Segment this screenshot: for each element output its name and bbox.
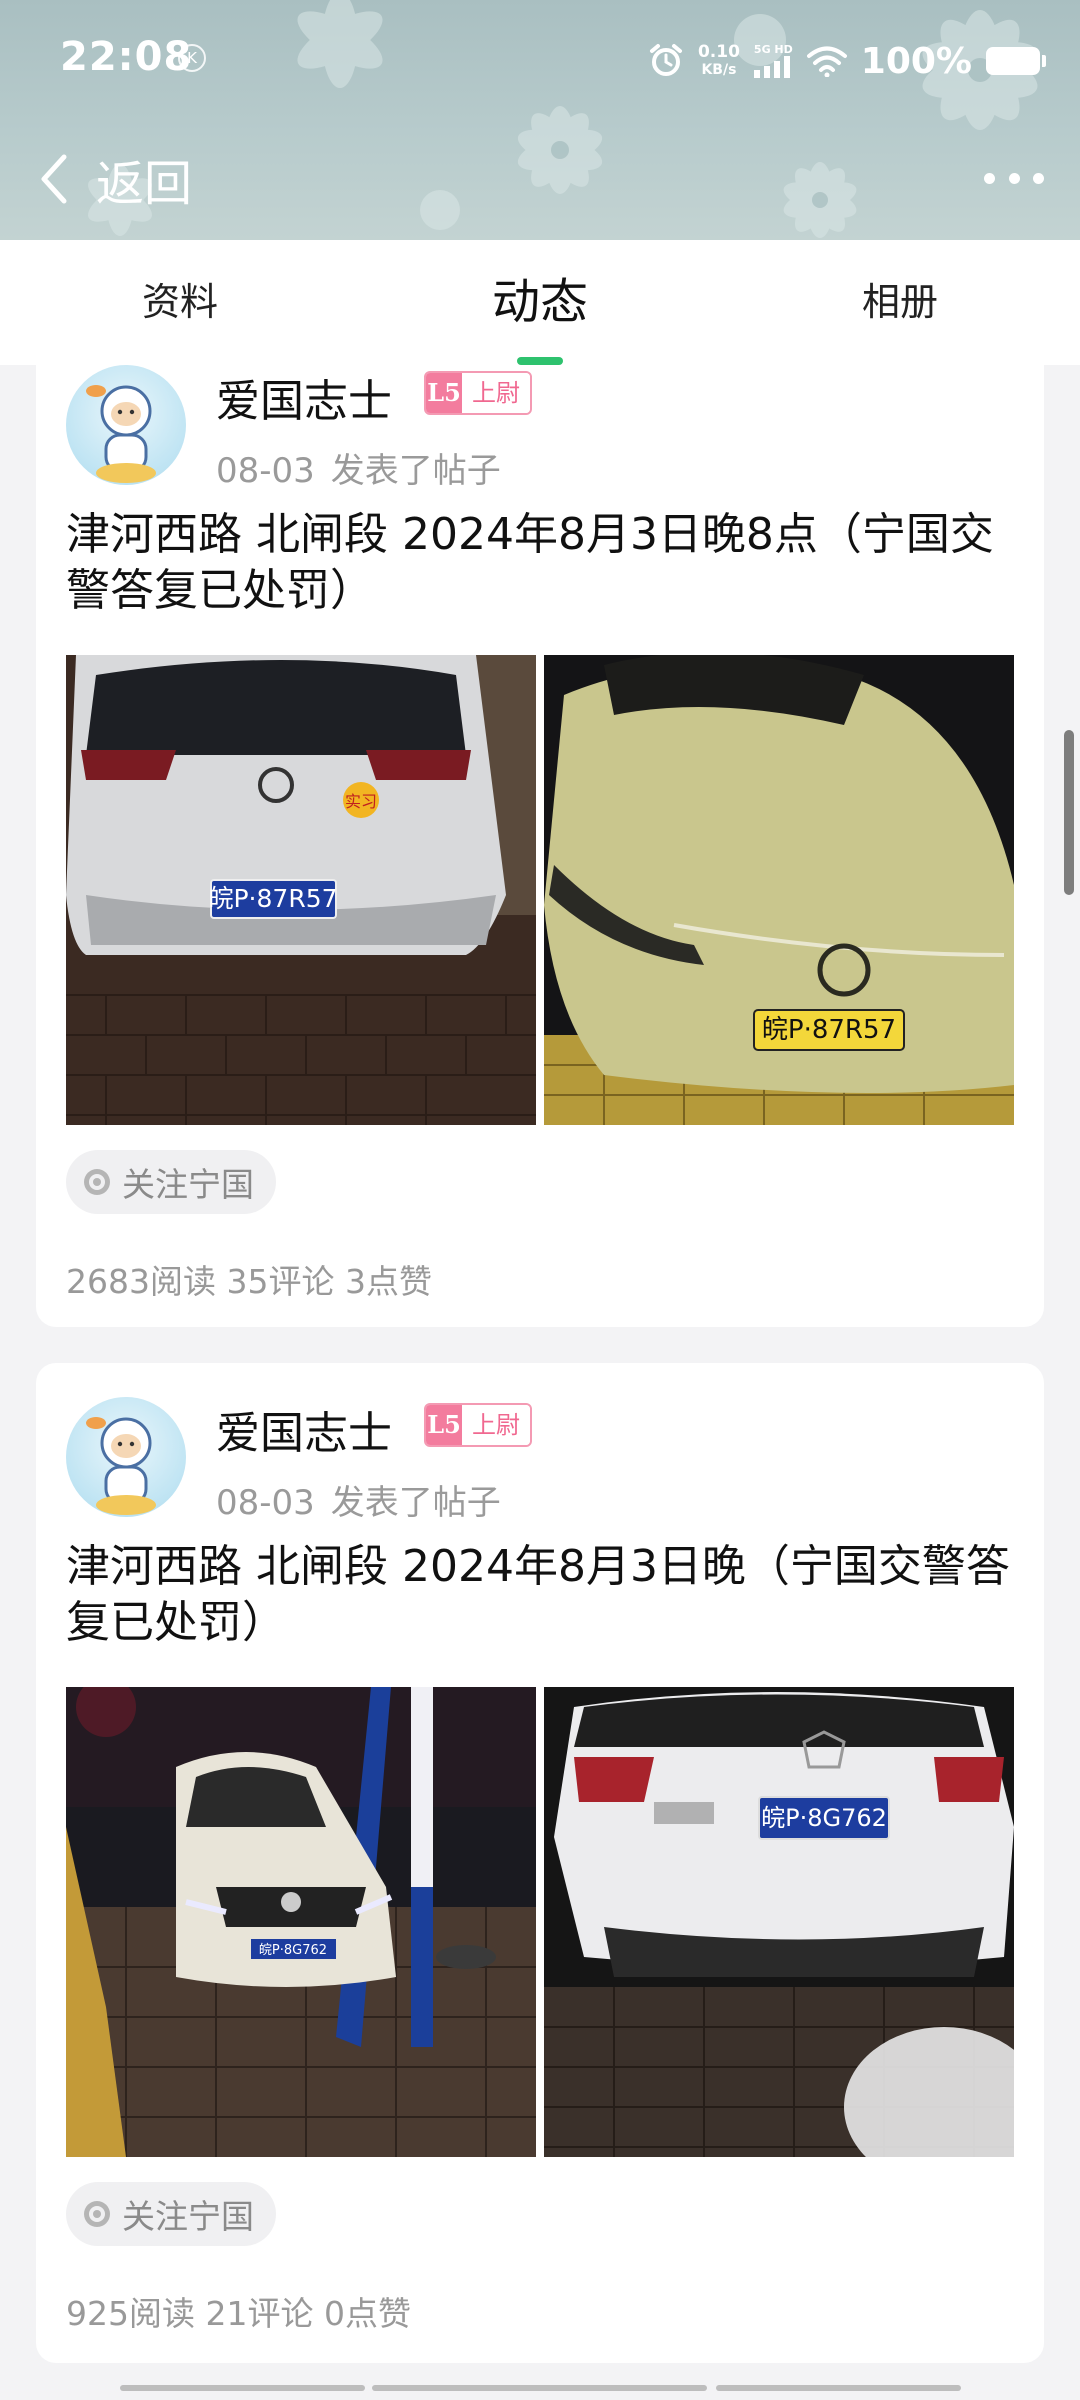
astronaut-avatar-icon: [86, 385, 156, 483]
post-stats: 2683阅读 35评论 3点赞: [66, 1262, 432, 1301]
back-button[interactable]: 返回: [36, 144, 192, 214]
rank-badge: L5 上尉: [424, 1403, 532, 1447]
topic-target-icon: [84, 2201, 110, 2227]
post-title[interactable]: 津河西路 北闸段 2024年8月3日晚8点（宁国交警答复已处罚）: [66, 507, 1026, 619]
rank-level: L5: [426, 373, 462, 413]
license-plate: 皖P·8G762: [259, 1943, 327, 1958]
rank-title: 上尉: [462, 373, 530, 413]
tab-profile[interactable]: 资料: [0, 240, 360, 365]
post-action: 发表了帖子: [330, 451, 501, 491]
post-feed: 爱国志士 L5 上尉 08-03 发表了帖子 津河西路 北闸段 2024年8月3日…: [36, 365, 1044, 2363]
post-photo[interactable]: 皖P·87R57: [544, 655, 1014, 1125]
rank-badge: L5 上尉: [424, 371, 532, 415]
more-dot: [1008, 172, 1020, 184]
post-action: 发表了帖子: [330, 1483, 501, 1523]
wifi-icon: [806, 46, 847, 77]
clock: 22:08: [60, 34, 193, 80]
k-badge: K: [178, 44, 206, 72]
post-date: 08-03: [216, 451, 315, 491]
post-meta: 08-03 发表了帖子: [216, 443, 501, 492]
status-bar: 22:08 K 0.10 KB/s 5G HD 100%: [0, 0, 1080, 120]
post-stats: 925阅读 21评论 0点赞: [66, 2294, 411, 2333]
chevron-left-icon: [41, 154, 67, 204]
hscroll-segment: [372, 2385, 707, 2391]
hscroll-segment: [716, 2385, 961, 2391]
avatar[interactable]: [66, 1397, 186, 1517]
back-label: 返回: [96, 156, 193, 212]
post-title[interactable]: 津河西路 北闸段 2024年8月3日晚（宁国交警答复已处罚）: [66, 1539, 1026, 1651]
topic-target-icon: [84, 1169, 110, 1195]
post-photo[interactable]: 皖P·8G762: [544, 1687, 1014, 2157]
tab-album[interactable]: 相册: [720, 240, 1080, 365]
photo-car-rear: 实习 皖P·87R57: [66, 655, 536, 1125]
more-dot: [1033, 172, 1044, 184]
more-button[interactable]: [984, 156, 1044, 200]
profile-tabs: 资料 动态 相册: [0, 240, 1080, 365]
topic-label: 关注宁国: [122, 2197, 254, 2236]
license-plate: 皖P·87R57: [208, 884, 337, 913]
photo-suv-front: 皖P·8G762: [66, 1687, 536, 2157]
battery-percent: 100%: [860, 40, 972, 82]
username[interactable]: 爱国志士: [216, 365, 392, 429]
astronaut-avatar-icon: [86, 1417, 156, 1515]
topic-chip[interactable]: 关注宁国: [66, 2182, 276, 2246]
tab-indicator: [517, 357, 563, 365]
intern-sticker: 实习: [345, 792, 377, 811]
profile-header: 22:08 K 0.10 KB/s 5G HD 100% 返回: [0, 0, 1080, 240]
post-date: 08-03: [216, 1483, 315, 1523]
rank-level: L5: [426, 1405, 462, 1445]
post-card[interactable]: 爱国志士 L5 上尉 08-03 发表了帖子 津河西路 北闸段 2024年8月3日…: [36, 365, 1044, 1327]
avatar[interactable]: [66, 365, 186, 485]
post-photo[interactable]: 皖P·8G762: [66, 1687, 536, 2157]
vertical-scrollbar[interactable]: [1064, 730, 1074, 895]
topic-label: 关注宁国: [122, 1165, 254, 1204]
hscroll-segment: [120, 2385, 365, 2391]
battery-icon: [986, 47, 1046, 75]
status-icons: 0.10 KB/s 5G HD 100%: [648, 36, 1046, 86]
alarm-icon: [649, 44, 682, 76]
more-dots-icon: [984, 172, 995, 184]
post-photo[interactable]: 实习 皖P·87R57: [66, 655, 536, 1125]
rank-title: 上尉: [462, 1405, 530, 1445]
license-plate: 皖P·87R57: [762, 1015, 896, 1045]
photo-suv-rear: 皖P·8G762: [544, 1687, 1014, 2157]
post-meta: 08-03 发表了帖子: [216, 1475, 501, 1524]
photo-car-front: 皖P·87R57: [544, 655, 1014, 1125]
topic-chip[interactable]: 关注宁国: [66, 1150, 276, 1214]
tab-posts[interactable]: 动态: [360, 240, 720, 365]
net-speed: 0.10 KB/s: [697, 42, 740, 78]
cell-signal: 5G HD: [753, 44, 793, 78]
post-card[interactable]: 爱国志士 L5 上尉 08-03 发表了帖子 津河西路 北闸段 2024年8月3日…: [36, 1363, 1044, 2363]
license-plate: 皖P·8G762: [761, 1804, 887, 1832]
cell-signal-icon: [753, 56, 790, 78]
nav-bar: 返回: [0, 120, 1080, 240]
username[interactable]: 爱国志士: [216, 1397, 392, 1461]
